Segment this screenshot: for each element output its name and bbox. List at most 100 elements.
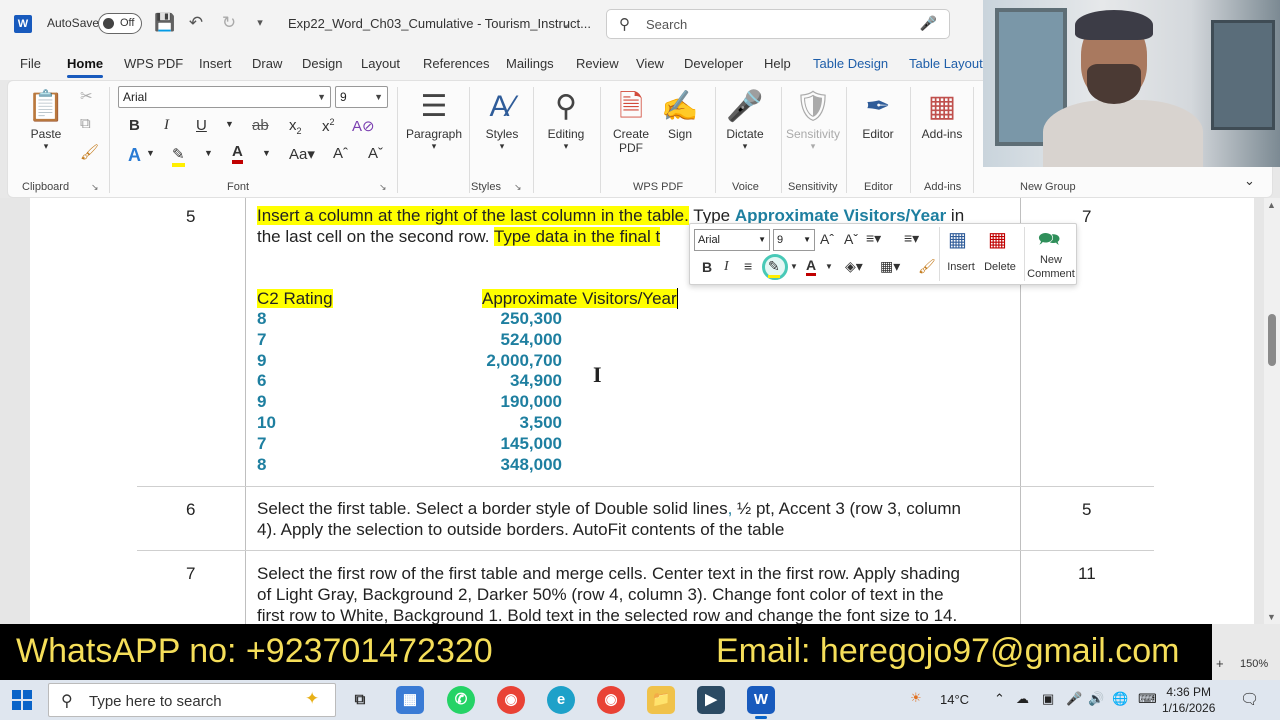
paste-button[interactable]: 📋 Paste ▾ (26, 87, 66, 152)
zoom-level[interactable]: 150% (1240, 658, 1268, 670)
microsoft-store-icon[interactable]: ▦ (396, 686, 424, 714)
tab-developer[interactable]: Developer (684, 56, 743, 71)
edge-icon[interactable]: e (547, 686, 575, 714)
chevron-down-icon[interactable]: ▼ (204, 148, 213, 158)
media-app-icon[interactable]: ▶ (697, 686, 725, 714)
tab-wps-pdf[interactable]: WPS PDF (124, 56, 183, 71)
row7-line2[interactable]: of Light Gray, Background 2, Darker 50% … (257, 584, 944, 605)
notifications-icon[interactable]: 🗨 (1240, 690, 1259, 708)
styles-button[interactable]: A⁄ Styles ▾ (478, 87, 526, 152)
microphone-icon[interactable]: 🎤 (1066, 691, 1082, 707)
file-explorer-icon[interactable]: 📁 (647, 686, 675, 714)
document-area[interactable]: 5 7 Insert a column at the right of the … (0, 198, 1280, 624)
mini-font-size[interactable]: 9 ▼ (773, 229, 815, 251)
tab-insert[interactable]: Insert (199, 56, 232, 71)
styles-launcher-icon[interactable]: ↘ (514, 182, 522, 193)
tab-home[interactable]: Home (67, 56, 104, 78)
scroll-down-icon[interactable]: ▼ (1267, 612, 1276, 622)
font-size-box[interactable]: 9 ▼ (335, 86, 388, 108)
clipboard-launcher-icon[interactable]: ↘ (91, 182, 99, 193)
align-center-icon[interactable]: ≡ (744, 258, 752, 274)
italic-icon[interactable]: I (724, 259, 729, 275)
font-color-icon[interactable]: A (806, 257, 817, 276)
undo-icon[interactable]: ↶ (186, 13, 206, 33)
microphone-icon[interactable]: 🎤 (920, 15, 937, 32)
word-taskbar-icon[interactable]: W (747, 686, 775, 719)
bullets-icon[interactable]: ≡▾ (866, 230, 881, 247)
tab-references[interactable]: References (423, 56, 489, 71)
paragraph-button[interactable]: ☰ Paragraph ▾ (404, 87, 464, 152)
document-title[interactable]: Exp22_Word_Ch03_Cumulative - Tourism_Ins… (288, 16, 591, 31)
windows-start-icon[interactable] (12, 690, 32, 710)
dictate-button[interactable]: 🎤 Dictate ▾ (720, 87, 770, 152)
chrome-profile-icon[interactable]: ◉ (597, 686, 625, 714)
customize-qat-icon[interactable]: ▾ (250, 13, 270, 33)
tab-review[interactable]: Review (576, 56, 619, 71)
clear-formatting-icon[interactable]: A⊘ (352, 117, 375, 135)
shrink-font-icon[interactable]: Aˇ (368, 145, 383, 162)
grow-font-icon[interactable]: Aˆ (820, 231, 834, 247)
editing-button[interactable]: ⚲ Editing ▾ (540, 87, 592, 152)
delete-table-icon[interactable]: ▦ (988, 227, 1007, 252)
weather-temp[interactable]: 14°C (940, 692, 969, 707)
cut-icon[interactable]: ✂ (80, 87, 93, 105)
collapse-ribbon-icon[interactable]: ⌄ (1244, 173, 1255, 189)
zoom-in-icon[interactable]: + (1216, 656, 1224, 671)
tab-help[interactable]: Help (764, 56, 791, 71)
font-name-box[interactable]: Arial ▼ (118, 86, 331, 108)
row7-line1[interactable]: Select the first row of the first table … (257, 563, 960, 584)
chevron-down-icon[interactable]: ▼ (262, 148, 271, 158)
create-pdf-button[interactable]: 🗎 Create PDF (608, 87, 654, 155)
borders-icon[interactable]: ▦▾ (880, 258, 900, 275)
row7-line3[interactable]: first row to White, Background 1. Bold t… (257, 605, 957, 624)
task-view-icon[interactable]: ⧉ (346, 686, 374, 714)
chevron-down-icon[interactable]: ⌄ (556, 14, 576, 34)
subscript-icon[interactable]: x2 (289, 117, 302, 136)
bold-icon[interactable]: B (702, 259, 712, 275)
taskbar-search-input[interactable]: ⚲ Type here to search ✦ (48, 683, 336, 717)
autosave-toggle[interactable]: Off (98, 13, 142, 34)
insert-label[interactable]: Insert (946, 261, 976, 273)
tab-layout[interactable]: Layout (361, 56, 400, 71)
bold-icon[interactable]: B (129, 117, 140, 134)
clock[interactable]: 4:36 PM 1/16/2026 (1162, 684, 1215, 716)
row6-line2[interactable]: 4). Apply the selection to outside borde… (257, 519, 784, 540)
tab-table-design[interactable]: Table Design (813, 56, 888, 71)
shading-icon[interactable]: ◈▾ (845, 258, 863, 275)
delete-label[interactable]: Delete (982, 261, 1018, 273)
format-painter-icon[interactable]: 🖌 (80, 143, 99, 161)
tab-draw[interactable]: Draw (252, 56, 282, 71)
shrink-font-icon[interactable]: Aˇ (844, 231, 858, 247)
scroll-up-icon[interactable]: ▲ (1267, 200, 1276, 210)
sensitivity-button[interactable]: 🛡 Sensitivity ▾ (783, 87, 843, 152)
save-icon[interactable]: 💾 (154, 13, 175, 33)
keyboard-icon[interactable]: ⌨ (1138, 691, 1157, 707)
chevron-up-icon[interactable]: ⌃ (994, 691, 1005, 707)
weather-icon[interactable]: ☀ (910, 690, 922, 706)
redo-icon[interactable]: ↻ (219, 13, 239, 33)
highlight-icon[interactable]: ✎ (172, 145, 185, 167)
insert-table-icon[interactable]: ▦ (948, 227, 967, 252)
sign-button[interactable]: ✍ Sign (660, 87, 700, 141)
underline-icon[interactable]: U (196, 117, 207, 134)
copy-icon[interactable]: ⧉ (80, 115, 91, 132)
format-painter-icon[interactable]: 🖌 (918, 258, 936, 275)
text-effects-icon[interactable]: A (128, 145, 141, 166)
speaker-icon[interactable]: 🔊 (1088, 691, 1104, 707)
strikethrough-icon[interactable]: ab (252, 117, 269, 134)
chevron-down-icon[interactable]: ▼ (790, 262, 798, 271)
italic-icon[interactable]: I (164, 117, 169, 134)
chevron-down-icon[interactable]: ▼ (825, 262, 833, 271)
cloud-icon[interactable]: ☁ (1016, 691, 1029, 707)
row6-line1[interactable]: Select the first table. Select a border … (257, 498, 961, 519)
row5-line2[interactable]: the last cell on the second row. Type da… (257, 226, 661, 247)
tab-view[interactable]: View (636, 56, 664, 71)
highlight-icon[interactable]: ✎ (768, 258, 780, 278)
network-icon[interactable]: 🌐 (1112, 691, 1128, 707)
new-comment-label[interactable]: New Comment (1026, 253, 1076, 281)
tab-table-layout[interactable]: Table Layout (909, 56, 983, 71)
grow-font-icon[interactable]: Aˆ (333, 145, 348, 162)
header-c2-rating[interactable]: C2 Rating (257, 288, 333, 309)
ratings-column[interactable]: 8 7 9 6 9 10 7 8 (257, 309, 276, 475)
visitors-column[interactable]: 250,300 524,000 2,000,700 34,900 190,000… (462, 309, 562, 475)
